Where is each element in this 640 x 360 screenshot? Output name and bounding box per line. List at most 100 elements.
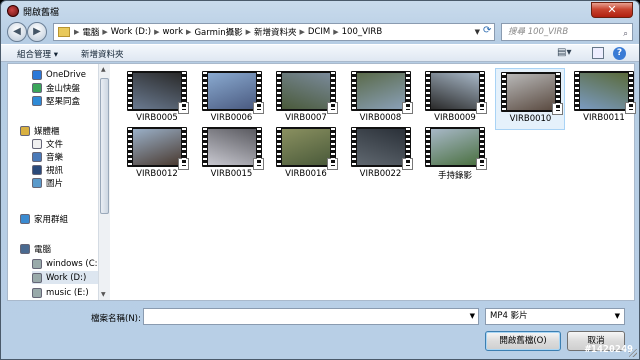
video-frame [431, 73, 479, 109]
sidebar-item-3[interactable]: 媒體櫃 [20, 124, 60, 137]
video-thumbnail [276, 71, 338, 114]
sidebar-item-11[interactable]: Work (D:) [32, 271, 100, 284]
file-name: VIRB0011 [583, 113, 625, 123]
navigation-pane: OneDrive 金山快盤 堅果同盒媒體櫃 文件音樂 視訊圖片家用群組電腦 windows… [8, 64, 100, 300]
file-name: VIRB0008 [359, 113, 402, 123]
open-button[interactable]: 開啟舊檔(O) [485, 331, 561, 351]
file-item[interactable]: VIRB0015 [197, 124, 267, 186]
organize-button[interactable]: 組合管理 ▾ [17, 48, 58, 60]
chevron-down-icon[interactable]: ▼ [470, 312, 475, 320]
video-icon [32, 164, 42, 175]
drive-icon [32, 287, 42, 298]
file-item[interactable]: VIRB0005 [122, 68, 192, 130]
breadcrumb-separator: ▶ [74, 28, 80, 36]
command-bar: 組合管理 ▾ 新增資料夾 ▤▾ ? [1, 44, 639, 62]
scroll-down-icon[interactable]: ▼ [101, 291, 106, 298]
views-icon[interactable]: ▤▾ [557, 47, 571, 58]
breadcrumb-computer[interactable]: 電腦 [82, 26, 99, 38]
video-frame [133, 73, 181, 109]
sidebar-scrollbar[interactable]: ▲ ▼ [98, 64, 110, 300]
cloud-icon [32, 69, 42, 80]
sidebar-item-label: OneDrive [46, 69, 86, 80]
sidebar-item-label: 音樂 [46, 152, 64, 163]
filename-input[interactable]: ▼ [143, 308, 479, 325]
dialog-footer: 檔案名稱(N): ▼ MP4 影片 ▼ 開啟舊檔(O) 取消 [1, 303, 639, 359]
chevron-down-icon[interactable]: ▼ [475, 28, 480, 36]
scrollbar-thumb[interactable] [100, 78, 109, 214]
breadcrumb-separator: ▶ [102, 28, 108, 36]
sidebar-item-label: 電腦 [34, 244, 52, 255]
chevron-down-icon[interactable]: ▼ [615, 309, 620, 324]
video-thumbnail [127, 127, 189, 170]
refresh-icon[interactable]: ⟳ [483, 25, 491, 36]
search-icon[interactable]: ⌕ [623, 26, 628, 42]
file-item[interactable]: VIRB0016 [271, 124, 341, 186]
address-bar[interactable]: ▶ 電腦 ▶ Work (D:) ▶ work ▶ Garmin攝影 ▶ 新增資… [53, 23, 495, 41]
file-name: VIRB0010 [509, 114, 552, 124]
sidebar-item-7[interactable]: 圖片 [32, 176, 63, 189]
video-frame [356, 129, 405, 165]
new-folder-button[interactable]: 新增資料夾 [81, 48, 124, 60]
sidebar-item-1[interactable]: 金山快盤 [32, 81, 80, 94]
preview-pane-icon[interactable] [592, 47, 604, 59]
sidebar-item-6[interactable]: 視訊 [32, 163, 63, 176]
sidebar-item-label: 金山快盤 [46, 83, 81, 94]
drive-icon [32, 272, 42, 283]
file-name: VIRB0012 [136, 169, 178, 179]
breadcrumb-work[interactable]: work [162, 27, 183, 37]
file-name: VIRB0007 [285, 113, 327, 123]
file-item[interactable]: VIRB0022 [346, 124, 416, 186]
file-item[interactable]: 手持錄影 [420, 124, 490, 186]
documents-icon [32, 138, 42, 149]
forward-button[interactable]: ▶ [27, 22, 47, 42]
file-item[interactable]: VIRB0007 [271, 68, 341, 130]
video-thumbnail [201, 71, 264, 114]
sidebar-item-label: 媒體櫃 [34, 126, 60, 137]
help-icon[interactable]: ? [613, 47, 626, 60]
breadcrumb-100-virb[interactable]: 100_VIRB [342, 27, 383, 37]
search-placeholder: 搜尋 100_VIRB [508, 27, 569, 37]
back-button[interactable]: ◀ [7, 22, 27, 42]
close-button[interactable]: ✕ [591, 2, 633, 18]
breadcrumb-garmin[interactable]: Garmin攝影 [194, 26, 242, 38]
video-thumbnail [276, 127, 338, 170]
scroll-up-icon[interactable]: ▲ [101, 66, 106, 73]
video-frame [431, 129, 479, 165]
sidebar-item-4[interactable]: 文件 [32, 137, 63, 150]
folder-icon [58, 27, 70, 37]
breadcrumb-work-drive[interactable]: Work (D:) [111, 27, 151, 37]
video-frame [356, 73, 405, 109]
file-item[interactable]: VIRB0010 [494, 68, 565, 130]
filetype-select[interactable]: MP4 影片 ▼ [485, 308, 625, 325]
window-title: 開啟舊檔 [23, 8, 60, 18]
breadcrumb-separator: ▶ [245, 28, 251, 36]
sidebar-item-10[interactable]: windows (C:) [32, 257, 100, 270]
breadcrumb-separator: ▶ [333, 28, 339, 36]
breadcrumb-dcim[interactable]: DCIM [308, 27, 330, 37]
sidebar-item-8[interactable]: 家用群組 [20, 212, 68, 225]
file-item[interactable]: VIRB0006 [197, 68, 267, 130]
sidebar-item-label: 圖片 [46, 178, 64, 189]
sidebar-item-0[interactable]: OneDrive [32, 68, 86, 81]
file-item[interactable]: VIRB0012 [122, 124, 192, 186]
sidebar-item-label: 家用群組 [34, 214, 69, 225]
pictures-icon [32, 177, 42, 188]
video-frame [207, 73, 256, 109]
sidebar-item-12[interactable]: music (E:) [32, 286, 89, 299]
search-input[interactable]: 搜尋 100_VIRB ⌕ [501, 23, 633, 41]
sidebar-item-5[interactable]: 音樂 [32, 150, 63, 163]
breadcrumb-new-folder[interactable]: 新增資料夾 [254, 26, 297, 38]
video-frame [133, 129, 181, 165]
filetype-value: MP4 影片 [490, 311, 528, 321]
file-item[interactable]: VIRB0008 [346, 68, 416, 130]
video-frame [207, 129, 256, 165]
filename-label: 檔案名稱(N): [91, 314, 141, 324]
file-list: VIRB0005 VIRB0006 VIRB0007 VIRB0008 VIRB0009… [116, 64, 636, 300]
file-name: VIRB0006 [210, 113, 253, 123]
sidebar-item-2[interactable]: 堅果同盒 [32, 94, 80, 107]
video-frame [282, 129, 330, 165]
sidebar-item-9[interactable]: 電腦 [20, 242, 51, 255]
file-item[interactable]: VIRB0009 [420, 68, 490, 130]
file-item[interactable]: VIRB0011 [569, 68, 639, 130]
main-area: OneDrive 金山快盤 堅果同盒媒體櫃 文件音樂 視訊圖片家用群組電腦 windows… [7, 63, 636, 301]
